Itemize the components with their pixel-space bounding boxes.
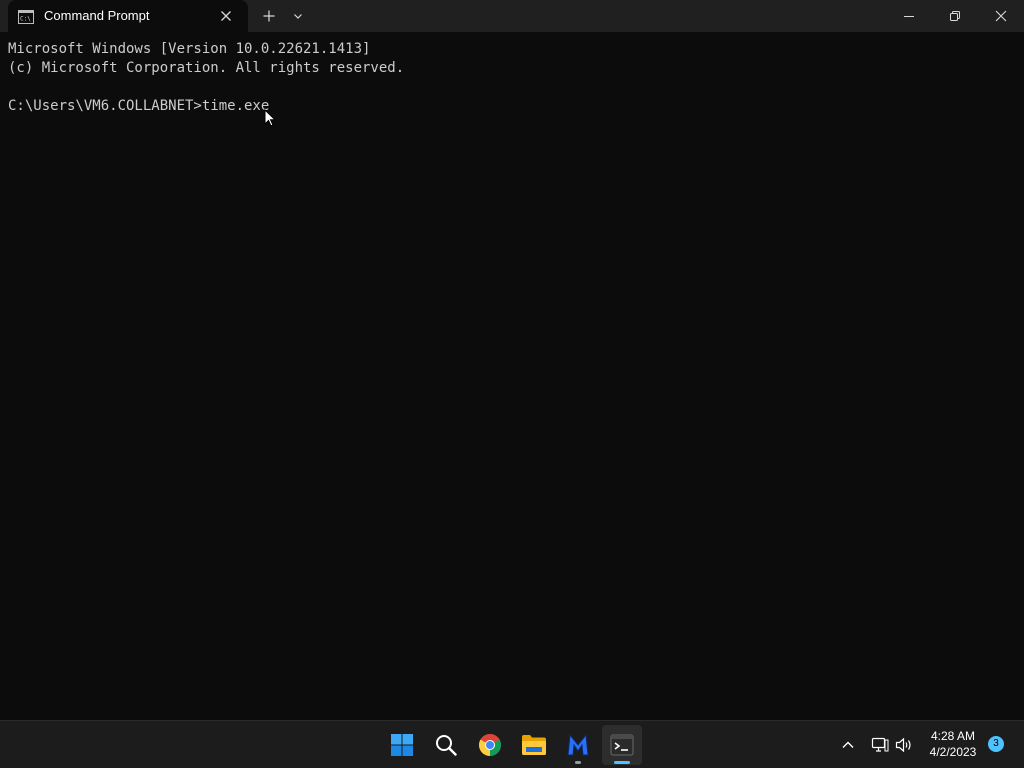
maximize-button[interactable] (932, 0, 978, 32)
close-icon (995, 10, 1007, 22)
cmd-icon: C:\ (18, 9, 34, 24)
plus-icon (263, 10, 275, 22)
chrome-icon (479, 734, 501, 756)
taskbar-app-malwarebytes[interactable] (558, 725, 598, 765)
terminal-prompt-line[interactable]: C:\Users\VM6.COLLABNET>time.exe (8, 97, 1016, 116)
network-icon (871, 737, 889, 752)
taskbar-app-terminal[interactable] (602, 725, 642, 765)
minimize-button[interactable] (886, 0, 932, 32)
volume-icon (895, 737, 911, 753)
active-app-indicator (614, 761, 630, 764)
open-app-indicator (575, 761, 581, 764)
close-tab-icon[interactable] (218, 8, 234, 24)
tab-dropdown-button[interactable] (285, 0, 311, 32)
taskbar-app-file-explorer[interactable] (514, 725, 554, 765)
start-button[interactable] (382, 725, 422, 765)
terminal-icon (610, 734, 634, 756)
taskbar-clock[interactable]: 4:28 AM 4/2/2023 (922, 728, 984, 760)
terminal-line-version: Microsoft Windows [Version 10.0.22621.14… (8, 41, 371, 57)
close-window-button[interactable] (978, 0, 1024, 32)
taskbar-app-chrome[interactable] (470, 725, 510, 765)
restore-icon (950, 11, 960, 21)
notification-badge[interactable]: 3 (988, 736, 1004, 752)
start-icon (391, 734, 413, 756)
new-tab-button[interactable] (254, 0, 284, 32)
title-bar[interactable]: C:\ Command Prompt (0, 0, 1024, 32)
search-button[interactable] (426, 725, 466, 765)
tab-title: Command Prompt (44, 8, 150, 23)
file-explorer-icon (522, 735, 546, 755)
clock-time: 4:28 AM (930, 729, 976, 743)
taskbar: 4:28 AM 4/2/2023 (0, 720, 1024, 768)
mouse-pointer-icon (264, 109, 276, 127)
chevron-up-icon (842, 741, 854, 748)
minimize-icon (904, 16, 914, 17)
chevron-down-icon (294, 14, 302, 19)
clock-date: 4/2/2023 (929, 745, 977, 759)
search-icon (436, 735, 457, 756)
malwarebytes-icon (567, 733, 589, 756)
svg-text:C:\: C:\ (20, 16, 31, 23)
tab-command-prompt[interactable]: C:\ Command Prompt (8, 0, 248, 32)
terminal-line-copyright: (c) Microsoft Corporation. All rights re… (8, 60, 405, 76)
volume-button[interactable] (894, 735, 914, 755)
network-button[interactable] (870, 735, 890, 755)
terminal-output[interactable]: Microsoft Windows [Version 10.0.22621.14… (0, 32, 1024, 720)
show-hidden-icons-button[interactable] (838, 735, 858, 755)
